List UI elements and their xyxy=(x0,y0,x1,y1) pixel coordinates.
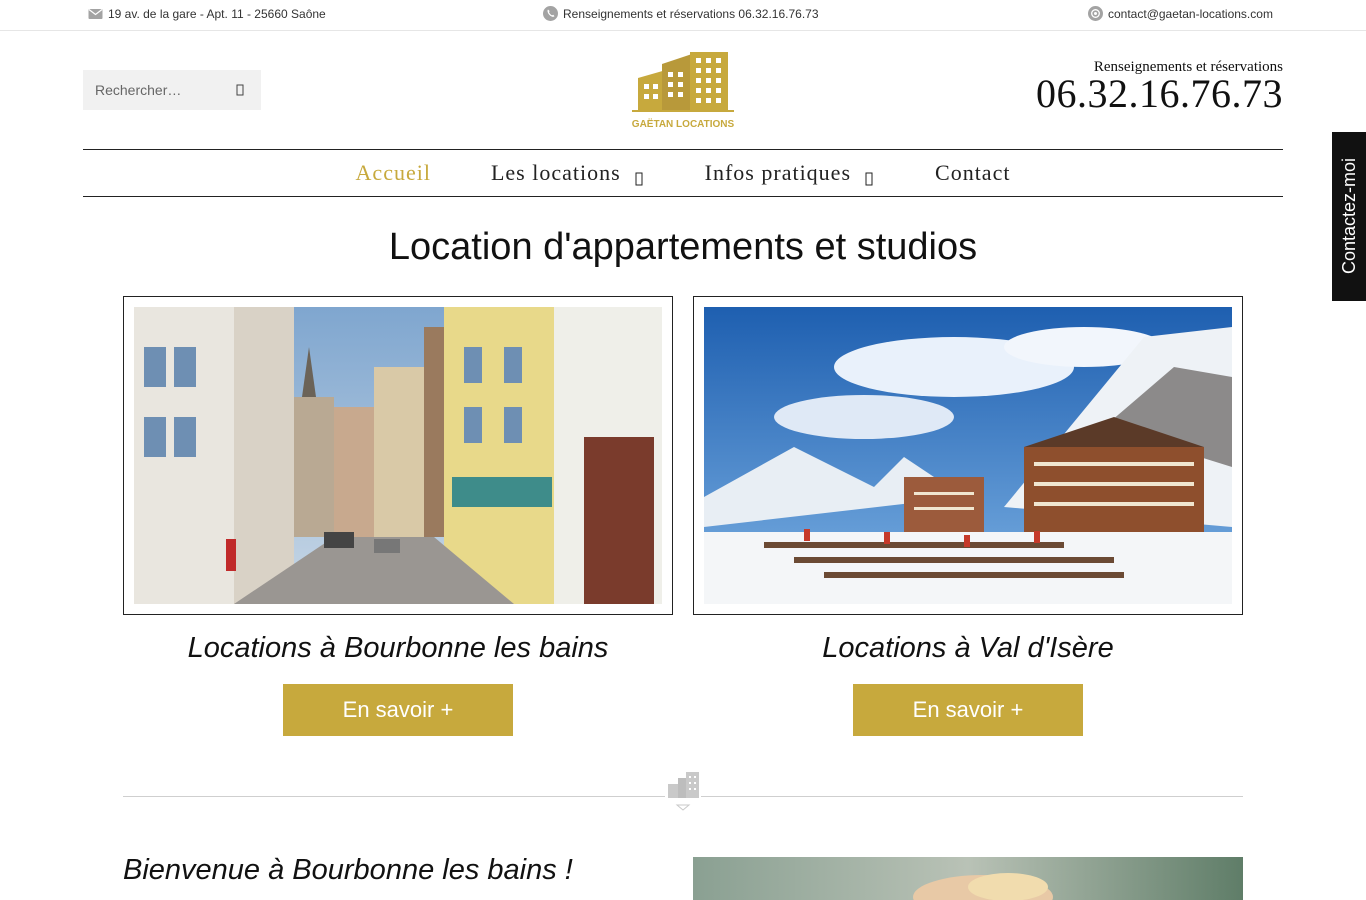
bourbonne-street-photo[interactable] xyxy=(134,307,662,604)
location-card-val-disere: Locations à Val d'Isère En savoir + xyxy=(693,296,1243,736)
card-caption: Locations à Val d'Isère xyxy=(822,632,1114,664)
top-info-bar: 19 av. de la gare - Apt. 11 - 25660 Saôn… xyxy=(0,0,1366,31)
val-disere-ski-photo[interactable] xyxy=(704,307,1232,604)
nav-item-infos-pratiques[interactable]: Infos pratiques xyxy=(675,160,905,186)
envelope-icon xyxy=(88,6,103,21)
search-input[interactable] xyxy=(83,82,223,98)
page-title: Location d'appartements et studios xyxy=(388,226,978,268)
address-info: 19 av. de la gare - Apt. 11 - 25660 Saôn… xyxy=(88,6,326,21)
nav-label: Accueil xyxy=(355,160,431,185)
phone-info-text[interactable]: Renseignements et réservations 06.32.16.… xyxy=(563,7,819,21)
phone-info[interactable]: Renseignements et réservations 06.32.16.… xyxy=(543,6,819,21)
phone-number[interactable]: 06.32.16.76.73 xyxy=(1036,74,1283,114)
location-card-bourbonne: Locations à Bourbonne les bains En savoi… xyxy=(123,296,673,736)
email-link[interactable]: contact@gaetan-locations.com xyxy=(1108,7,1273,21)
nav-item-les-locations[interactable]: Les locations xyxy=(461,160,675,186)
site-logo[interactable]: GAËTAN LOCATIONS xyxy=(632,50,735,130)
logo-text: GAËTAN LOCATIONS xyxy=(632,117,734,130)
welcome-photo xyxy=(693,857,1243,900)
learn-more-button[interactable]: En savoir + xyxy=(283,684,513,736)
learn-more-button[interactable]: En savoir + xyxy=(853,684,1083,736)
nav-label: Infos pratiques xyxy=(704,160,852,185)
email-info[interactable]: contact@gaetan-locations.com xyxy=(1088,6,1273,21)
card-image-frame[interactable] xyxy=(693,296,1243,615)
search-icon[interactable] xyxy=(233,83,247,97)
header-phone: Renseignements et réservations 06.32.16.… xyxy=(1036,59,1283,114)
nav-label: Les locations xyxy=(490,160,621,185)
main-nav: Accueil Les locations Infos pratiques Co… xyxy=(83,149,1283,197)
card-caption: Locations à Bourbonne les bains xyxy=(187,632,609,664)
card-image-frame[interactable] xyxy=(123,296,673,615)
search-box xyxy=(83,70,261,110)
nav-item-accueil[interactable]: Accueil xyxy=(326,160,461,186)
contact-side-tab[interactable]: Contactez-moi xyxy=(1332,132,1366,301)
dropdown-icon xyxy=(863,166,875,186)
dropdown-icon xyxy=(633,166,645,186)
building-icon xyxy=(665,770,701,814)
welcome-heading: Bienvenue à Bourbonne les bains ! xyxy=(123,854,573,886)
contact-tab-label: Contactez-moi xyxy=(1338,158,1359,275)
phone-icon xyxy=(543,6,558,21)
nav-label: Contact xyxy=(935,160,1011,185)
address-text: 19 av. de la gare - Apt. 11 - 25660 Saôn… xyxy=(108,6,326,21)
nav-item-contact[interactable]: Contact xyxy=(905,160,1040,186)
at-icon xyxy=(1088,6,1103,21)
